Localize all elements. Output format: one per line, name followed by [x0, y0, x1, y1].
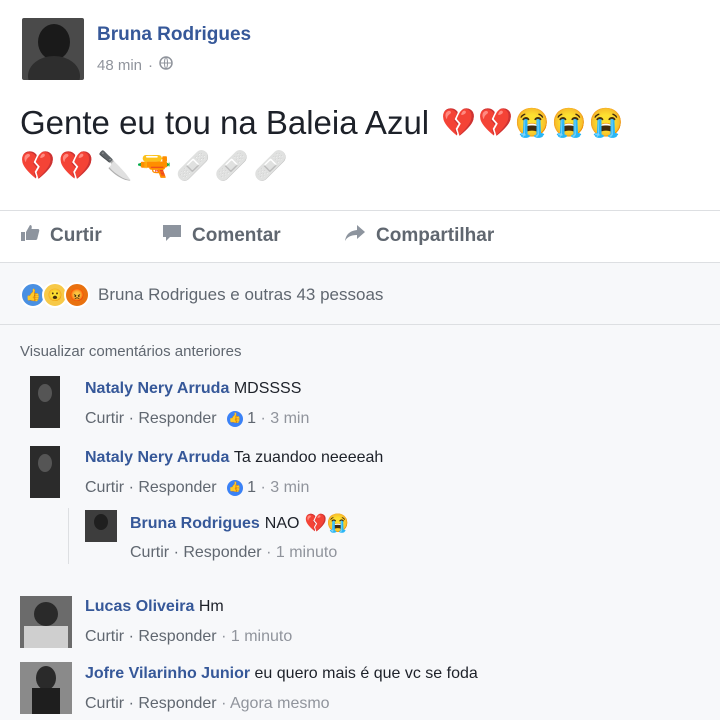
commenter-avatar[interactable] [85, 510, 117, 542]
broken-heart-icon: 💔 [478, 107, 513, 138]
commenter-avatar[interactable] [30, 446, 60, 498]
like-button[interactable]: Curtir [20, 224, 102, 247]
comment-meta: Curtir · Responder · 1 minuto [85, 628, 293, 645]
post-author-avatar[interactable] [22, 18, 84, 80]
angry-icon: 😡 [64, 282, 90, 308]
comment: Nataly Nery Arruda MDSSSS [85, 380, 301, 398]
share-arrow-icon [344, 224, 366, 247]
bandage-icon: 🩹 [214, 150, 250, 181]
comment-reply-button[interactable]: Responder [138, 628, 216, 645]
comment-like-count[interactable]: 1 [247, 479, 256, 496]
crying-face-icon: 😭 [588, 107, 624, 138]
comment-button[interactable]: Comentar [162, 224, 281, 247]
comment-like-button[interactable]: Curtir [85, 628, 124, 645]
comment-text: Hm [198, 598, 224, 615]
reactions-summary[interactable]: 👍 😮 😡 Bruna Rodrigues e outras 43 pessoa… [20, 282, 383, 308]
post-author-name[interactable]: Bruna Rodrigues [97, 24, 251, 46]
thumbs-up-icon [20, 224, 40, 247]
crying-face-icon: 😭 [514, 107, 550, 138]
broken-heart-icon: 💔 [441, 107, 477, 138]
reply-thread-line [68, 508, 69, 564]
commenter-name[interactable]: Nataly Nery Arruda [85, 449, 229, 466]
commenter-name[interactable]: Jofre Vilarinho Junior [85, 665, 250, 682]
comment-time[interactable]: 3 min [270, 479, 309, 496]
broken-heart-icon: 💔 [58, 150, 94, 181]
comment-time[interactable]: 1 minuto [276, 544, 337, 561]
comment-meta: Curtir · Responder 👍 1 · 3 min [85, 479, 310, 496]
commenter-avatar[interactable] [30, 376, 60, 428]
post-timestamp[interactable]: 48 min · [97, 56, 173, 74]
comment-icon [162, 224, 182, 247]
comment-emojis: 💔😭 [304, 513, 350, 533]
commenter-name[interactable]: Bruna Rodrigues [130, 515, 260, 533]
comment-text: eu quero mais é que vc se foda [254, 665, 478, 682]
reactions-text: Bruna Rodrigues e outras 43 pessoas [98, 285, 384, 304]
reply-comment: Bruna Rodrigues NAO 💔😭 [130, 513, 349, 534]
comment-reply-button[interactable]: Responder [138, 410, 216, 427]
comment: Lucas Oliveira Hm [85, 598, 224, 616]
globe-icon [159, 56, 173, 74]
comment-meta: Curtir · Responder 👍 1 · 3 min [85, 410, 310, 427]
divider [0, 262, 720, 263]
comment-reply-button[interactable]: Responder [183, 544, 261, 561]
divider [0, 324, 720, 325]
comment-like-button[interactable]: Curtir [130, 544, 169, 561]
comment: Nataly Nery Arruda Ta zuandoo neeeeah [85, 449, 383, 467]
commenter-avatar[interactable] [20, 662, 72, 714]
commenter-avatar[interactable] [20, 596, 72, 648]
comment-label: Comentar [192, 224, 281, 246]
comment-text: Ta zuandoo neeeeah [233, 449, 384, 466]
broken-heart-icon: 💔 [20, 150, 55, 181]
comment-like-button[interactable]: Curtir [85, 695, 124, 712]
like-count-icon: 👍 [227, 479, 244, 496]
comment-time[interactable]: 1 minuto [231, 628, 292, 645]
gun-icon: 🔫 [136, 150, 172, 181]
comment-reply-button[interactable]: Responder [138, 479, 216, 496]
comment-like-button[interactable]: Curtir [85, 479, 124, 496]
post-text: Gente eu tou na Baleia Azul 💔 💔 😭 😭 😭 [20, 104, 624, 142]
like-label: Curtir [50, 224, 102, 246]
crying-face-icon: 😭 [551, 107, 587, 138]
comment-text: MDSSSS [233, 380, 302, 397]
share-button[interactable]: Compartilhar [344, 224, 494, 247]
divider [0, 210, 720, 211]
commenter-name[interactable]: Lucas Oliveira [85, 598, 194, 615]
comment: Jofre Vilarinho Junior eu quero mais é q… [85, 665, 478, 683]
comment-like-count[interactable]: 1 [247, 410, 256, 427]
comment-meta: Curtir · Responder · 1 minuto [130, 544, 338, 561]
post-emojis-line2: 💔 💔 🔪 🔫 🩹 🩹 🩹 [20, 152, 288, 180]
separator-dot: · [148, 56, 154, 74]
post-time: 48 min [97, 56, 143, 74]
commenter-name[interactable]: Nataly Nery Arruda [85, 380, 229, 397]
post-text-content: Gente eu tou na Baleia Azul [20, 104, 430, 141]
bandage-icon: 🩹 [175, 150, 211, 181]
knife-icon: 🔪 [97, 150, 133, 181]
like-count-icon: 👍 [227, 410, 244, 427]
comment-like-button[interactable]: Curtir [85, 410, 124, 427]
post-emojis-line1: 💔 💔 😭 😭 😭 [441, 109, 623, 137]
view-previous-comments-link[interactable]: Visualizar comentários anteriores [20, 343, 242, 360]
comment-time[interactable]: Agora mesmo [230, 695, 330, 712]
bandage-icon: 🩹 [253, 150, 289, 181]
comment-time[interactable]: 3 min [270, 410, 309, 427]
comment-reply-button[interactable]: Responder [138, 695, 216, 712]
comment-text: NAO [264, 514, 300, 532]
share-label: Compartilhar [376, 224, 495, 246]
comment-meta: Curtir · Responder · Agora mesmo [85, 695, 330, 712]
